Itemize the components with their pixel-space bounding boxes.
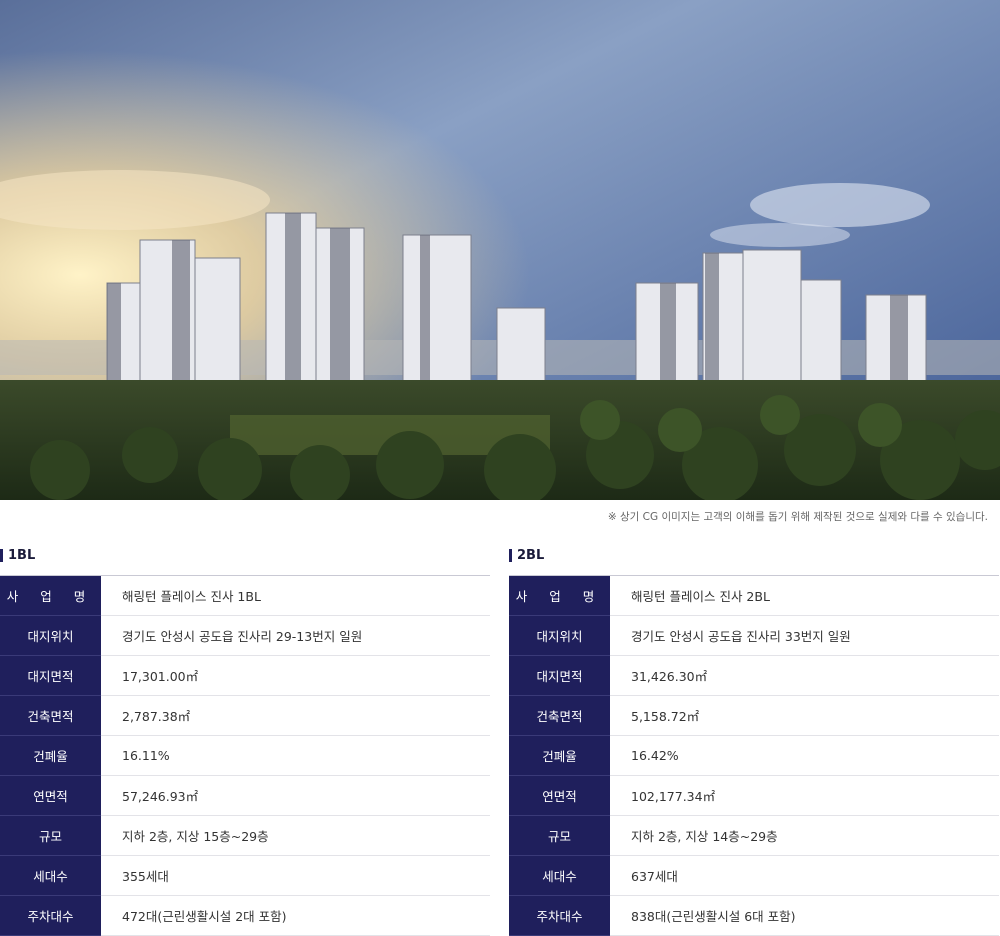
table-row: 주차대수 472대(근린생활시설 2대 포함) <box>0 895 490 936</box>
row-label: 연면적 <box>509 775 610 816</box>
table-row: 세대수 637세대 <box>509 855 999 896</box>
table-row: 연면적 102,177.34㎡ <box>509 775 999 816</box>
title-bar-marker <box>0 548 3 562</box>
row-value: 16.42% <box>610 735 999 776</box>
row-label: 대지위치 <box>509 615 610 656</box>
table-row: 사 업 명 해링턴 플레이스 진사 1BL <box>0 575 490 616</box>
row-label: 건폐율 <box>509 735 610 776</box>
row-value: 2,787.38㎡ <box>101 695 490 736</box>
row-label: 건축면적 <box>509 695 610 736</box>
cg-disclaimer-caption: ※ 상기 CG 이미지는 고객의 이해를 돕기 위해 제작된 것으로 실제와 다… <box>607 511 988 523</box>
table-row: 건폐율 16.11% <box>0 735 490 776</box>
spec-table-2bl: 사 업 명 해링턴 플레이스 진사 2BL 대지위치 경기도 안성시 공도읍 진사리… <box>509 575 999 936</box>
row-value: 17,301.00㎡ <box>101 655 490 696</box>
table-row: 건축면적 5,158.72㎡ <box>509 695 999 736</box>
table-row: 사 업 명 해링턴 플레이스 진사 2BL <box>509 575 999 616</box>
row-label: 대지면적 <box>509 655 610 696</box>
row-value: 지하 2층, 지상 14층~29층 <box>610 815 999 856</box>
row-value: 838대(근린생활시설 6대 포함) <box>610 895 999 936</box>
table-row: 연면적 57,246.93㎡ <box>0 775 490 816</box>
row-value: 102,177.34㎡ <box>610 775 999 816</box>
row-label: 주차대수 <box>509 895 610 936</box>
row-value: 지하 2층, 지상 15층~29층 <box>101 815 490 856</box>
row-value: 637세대 <box>610 855 999 896</box>
spec-table-1bl: 사 업 명 해링턴 플레이스 진사 1BL 대지위치 경기도 안성시 공도읍 진사리… <box>0 575 490 936</box>
row-value: 해링턴 플레이스 진사 2BL <box>610 575 999 616</box>
row-label: 대지위치 <box>0 615 101 656</box>
row-label: 건폐율 <box>0 735 101 776</box>
row-label: 세대수 <box>509 855 610 896</box>
row-value: 5,158.72㎡ <box>610 695 999 736</box>
row-value: 31,426.30㎡ <box>610 655 999 696</box>
table-row: 규모 지하 2층, 지상 14층~29층 <box>509 815 999 856</box>
table-row: 대지위치 경기도 안성시 공도읍 진사리 33번지 일원 <box>509 615 999 656</box>
row-value: 16.11% <box>101 735 490 776</box>
row-value: 472대(근린생활시설 2대 포함) <box>101 895 490 936</box>
row-value: 57,246.93㎡ <box>101 775 490 816</box>
table-row: 대지위치 경기도 안성시 공도읍 진사리 29-13번지 일원 <box>0 615 490 656</box>
row-label: 건축면적 <box>0 695 101 736</box>
row-label: 사 업 명 <box>0 575 101 616</box>
table-row: 대지면적 31,426.30㎡ <box>509 655 999 696</box>
table-row: 규모 지하 2층, 지상 15층~29층 <box>0 815 490 856</box>
row-label: 세대수 <box>0 855 101 896</box>
table-row: 대지면적 17,301.00㎡ <box>0 655 490 696</box>
row-value: 해링턴 플레이스 진사 1BL <box>101 575 490 616</box>
block-title: 1BL <box>0 545 490 565</box>
table-row: 세대수 355세대 <box>0 855 490 896</box>
apartment-complex-illustration <box>0 0 1000 500</box>
row-label: 규모 <box>0 815 101 856</box>
row-value: 경기도 안성시 공도읍 진사리 33번지 일원 <box>610 615 999 656</box>
block-2bl-section: 2BL 사 업 명 해링턴 플레이스 진사 2BL 대지위치 경기도 안성시 공도읍… <box>509 545 999 936</box>
row-label: 규모 <box>509 815 610 856</box>
row-label: 연면적 <box>0 775 101 816</box>
table-row: 건축면적 2,787.38㎡ <box>0 695 490 736</box>
hero-cg-image <box>0 0 1000 500</box>
block-1bl-section: 1BL 사 업 명 해링턴 플레이스 진사 1BL 대지위치 경기도 안성시 공도읍… <box>0 545 490 936</box>
table-row: 주차대수 838대(근린생활시설 6대 포함) <box>509 895 999 936</box>
block-title: 2BL <box>509 545 999 565</box>
row-value: 경기도 안성시 공도읍 진사리 29-13번지 일원 <box>101 615 490 656</box>
block-title-text: 1BL <box>8 547 36 563</box>
row-value: 355세대 <box>101 855 490 896</box>
row-label: 주차대수 <box>0 895 101 936</box>
title-bar-marker <box>509 548 512 562</box>
row-label: 대지면적 <box>0 655 101 696</box>
block-title-text: 2BL <box>517 547 545 563</box>
row-label: 사 업 명 <box>509 575 610 616</box>
table-row: 건폐율 16.42% <box>509 735 999 776</box>
